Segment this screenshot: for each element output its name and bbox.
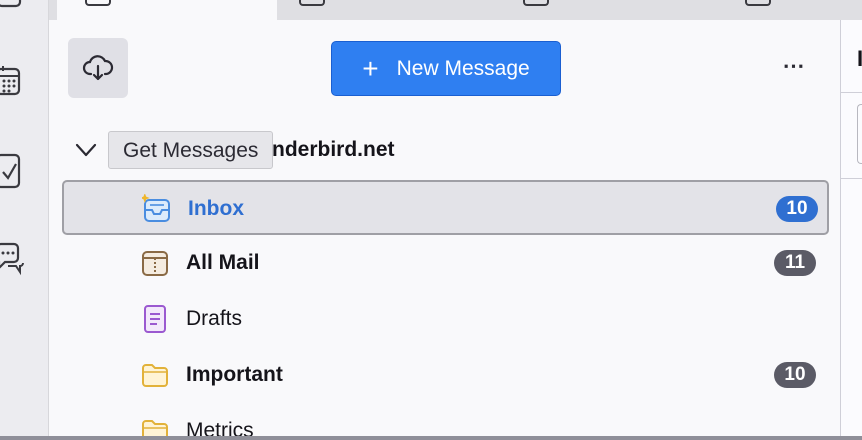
bottom-border: [0, 436, 862, 440]
folder-row-all-mail[interactable]: All Mail 11: [62, 236, 829, 291]
unread-count-badge: 10: [774, 362, 816, 388]
thread-pane: I: [840, 20, 862, 436]
drafts-icon: [144, 305, 166, 333]
tab-strip: [49, 0, 862, 20]
quick-filter-box[interactable]: [857, 104, 862, 164]
thread-pane-heading: I: [857, 46, 862, 71]
divider: [841, 92, 862, 93]
folder-row-important[interactable]: Important 10: [62, 348, 829, 403]
tasks-space-icon[interactable]: [0, 152, 26, 189]
account-name: nderbird.net: [272, 138, 395, 161]
folder-label: All Mail: [186, 251, 260, 274]
folder-icon: [142, 364, 168, 387]
calendar-space-icon[interactable]: [0, 64, 26, 98]
tab-icon-3[interactable]: [523, 0, 549, 6]
tab-mail[interactable]: [57, 0, 277, 20]
folder-icon: [142, 420, 168, 436]
folder-label: Metrics: [186, 419, 254, 436]
tab-icon-2[interactable]: [299, 0, 325, 6]
new-message-label: New Message: [396, 56, 530, 80]
new-message-button[interactable]: + New Message: [331, 41, 561, 96]
folder-label: Important: [186, 363, 283, 386]
cloud-download-icon: [82, 55, 114, 81]
archive-icon: [142, 251, 168, 276]
mail-space-icon[interactable]: [0, 0, 26, 28]
chat-space-icon[interactable]: [0, 242, 26, 276]
folder-pane-menu-button[interactable]: ⋯: [776, 48, 812, 84]
tab-icon-4[interactable]: [745, 0, 771, 6]
unread-count-badge: 11: [774, 250, 816, 276]
get-messages-tooltip: Get Messages: [108, 131, 274, 169]
folder-row-inbox[interactable]: Inbox 10: [62, 180, 829, 235]
divider: [841, 178, 862, 179]
folder-label: Inbox: [188, 197, 244, 220]
inbox-icon: [142, 194, 170, 222]
folder-row-drafts[interactable]: Drafts: [62, 292, 829, 347]
folder-pane: + New Message ⋯ nderbird.net Inbox 10 Al…: [49, 20, 840, 436]
plus-icon: +: [362, 52, 379, 84]
folder-label: Drafts: [186, 307, 243, 330]
spaces-toolbar: [0, 0, 49, 440]
get-messages-button[interactable]: [68, 38, 128, 98]
unread-count-badge: 10: [776, 196, 818, 222]
mail-tab-icon: [85, 0, 111, 6]
chevron-down-icon[interactable]: [75, 142, 97, 158]
folder-row-metrics[interactable]: Metrics: [62, 404, 829, 436]
